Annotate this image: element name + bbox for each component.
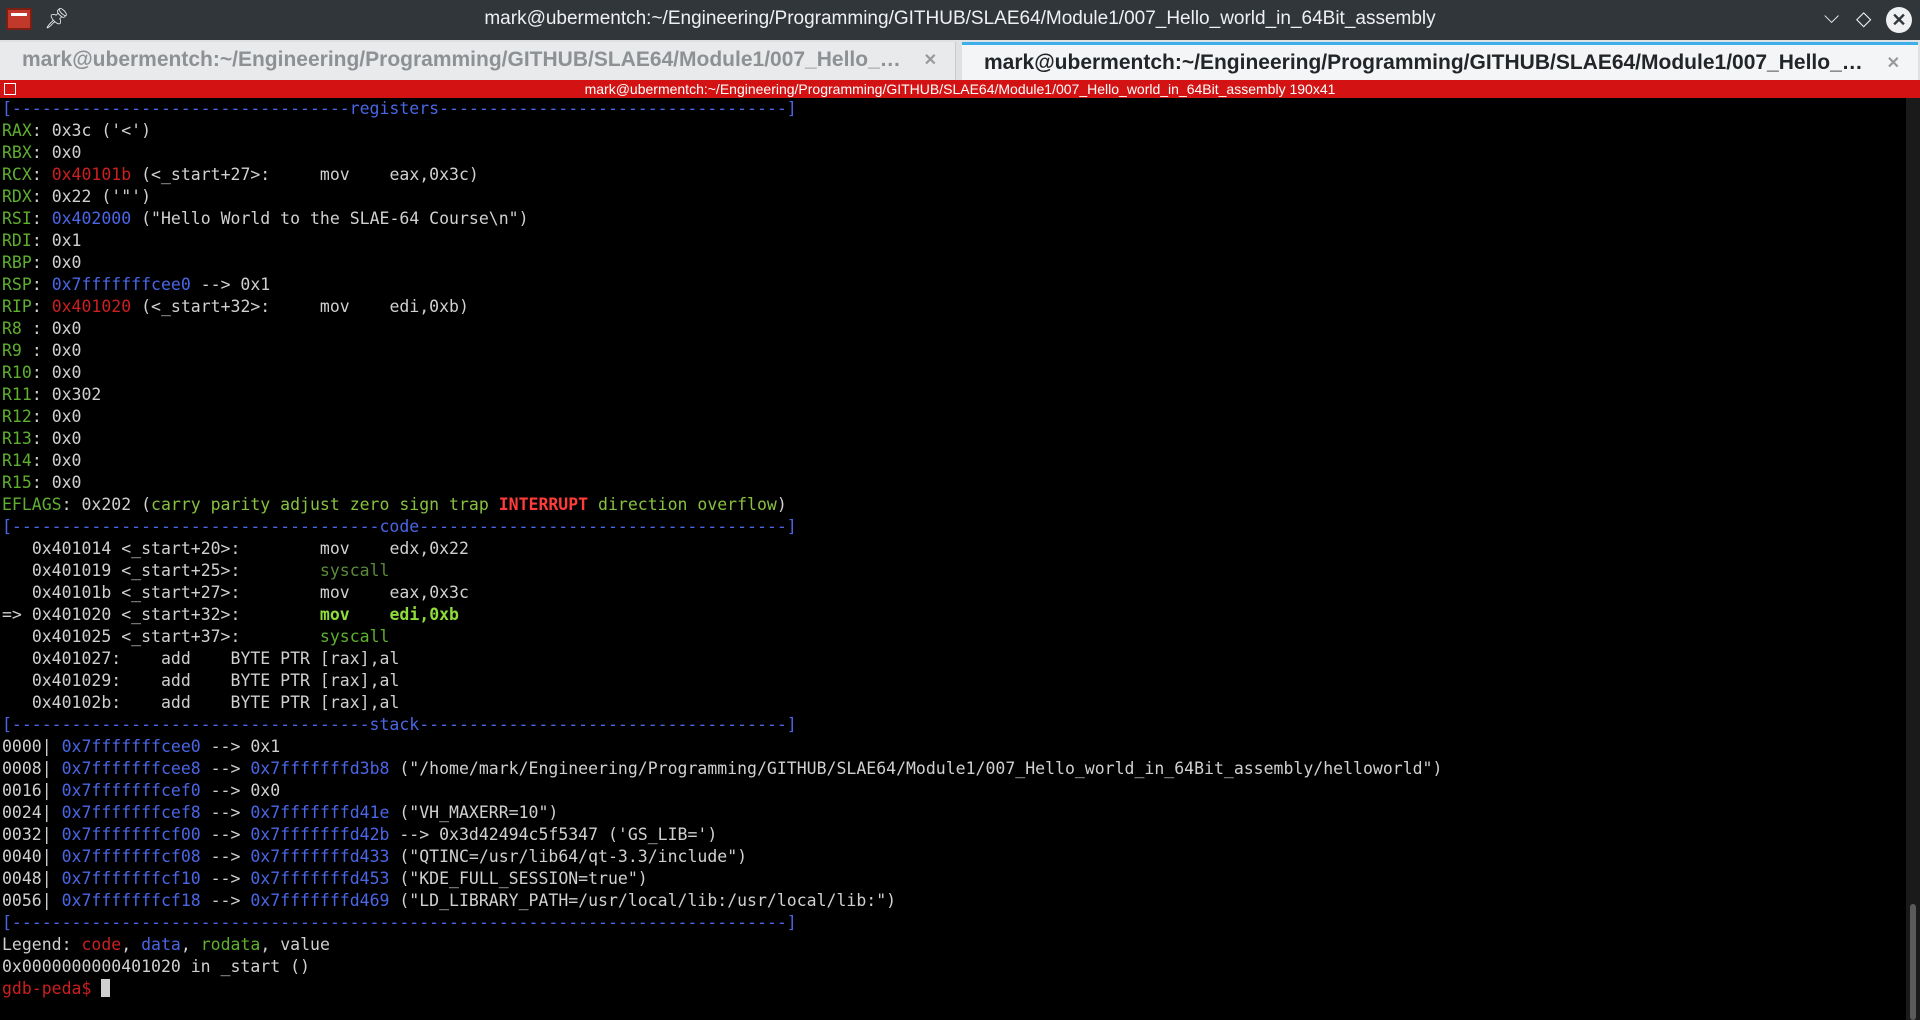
code-line: 0x401014 <_start+20>: mov edx,0x22: [31, 539, 469, 558]
register-row: RIP: 0x401020 (<_start+32>: mov edi,0xb): [2, 297, 469, 316]
maximize-icon[interactable]: ◇: [1856, 6, 1871, 31]
terminal-scrollbar[interactable]: [1906, 98, 1920, 1020]
register-row: RSI: 0x402000 ("Hello World to the SLAE-…: [2, 209, 529, 228]
tab-terminal-1[interactable]: mark@ubermentch:~/Engineering/Programmin…: [0, 42, 956, 80]
tab-label: mark@ubermentch:~/Engineering/Programmin…: [22, 48, 912, 71]
separator-registers: [----------------------------------regis…: [2, 99, 797, 118]
stack-row: 0016| 0x7fffffffcef0 --> 0x0: [2, 781, 281, 800]
tab-bar: mark@ubermentch:~/Engineering/Programmin…: [0, 40, 1920, 80]
legend-line: Legend: code, data, rodata, value: [2, 935, 330, 954]
code-line: 0x401019 <_start+25>: syscall: [31, 561, 390, 580]
separator-code: [-------------------------------------co…: [2, 517, 797, 536]
stack-row: 0056| 0x7fffffffcf18 --> 0x7fffffffd469 …: [2, 891, 897, 910]
register-row: R11: 0x302: [2, 385, 102, 404]
register-row: RSP: 0x7fffffffcee0 --> 0x1: [2, 275, 271, 294]
minimize-icon[interactable]: ⌵: [1824, 6, 1839, 29]
register-row: R10: 0x0: [2, 363, 82, 382]
register-row: RBX: 0x0: [2, 143, 82, 162]
register-row: RDI: 0x1: [2, 231, 82, 250]
code-line: 0x401025 <_start+37>: syscall: [31, 627, 390, 646]
register-row: R14: 0x0: [2, 451, 82, 470]
gdb-prompt-line[interactable]: gdb-peda$: [0, 978, 1906, 1000]
stack-row: 0048| 0x7fffffffcf10 --> 0x7fffffffd453 …: [2, 869, 648, 888]
tab-terminal-2[interactable]: mark@ubermentch:~/Engineering/Programmin…: [962, 42, 1918, 80]
register-row: RDX: 0x22 ('"'): [2, 187, 152, 206]
stack-row: 0040| 0x7fffffffcf08 --> 0x7fffffffd433 …: [2, 847, 748, 866]
window-title: mark@ubermentch:~/Engineering/Programmin…: [484, 8, 1436, 29]
tab-close-icon[interactable]: ✕: [924, 50, 937, 70]
tab-label: mark@ubermentch:~/Engineering/Programmin…: [984, 51, 1874, 74]
code-line: 0x40101b <_start+27>: mov eax,0x3c: [31, 583, 469, 602]
stack-row: 0024| 0x7fffffffcef8 --> 0x7fffffffd41e …: [2, 803, 559, 822]
status-text: mark@ubermentch:~/Engineering/Programmin…: [584, 81, 1336, 97]
tab-close-icon[interactable]: ✕: [1887, 53, 1900, 73]
register-row: R15: 0x0: [2, 473, 82, 492]
eflags-row: EFLAGS: 0x202 (carry parity adjust zero …: [2, 495, 787, 514]
terminal-output[interactable]: [----------------------------------regis…: [0, 98, 1906, 1020]
register-row: R12: 0x0: [2, 407, 82, 426]
terminal-status-bar: mark@ubermentch:~/Engineering/Programmin…: [0, 80, 1920, 98]
stack-row: 0032| 0x7fffffffcf00 --> 0x7fffffffd42b …: [2, 825, 718, 844]
location-line: 0x0000000000401020 in _start (): [2, 957, 310, 976]
register-row: RBP: 0x0: [2, 253, 82, 272]
code-line: 0x401027: add BYTE PTR [rax],al: [31, 649, 400, 668]
register-row: R13: 0x0: [2, 429, 82, 448]
scrollbar-thumb[interactable]: [1910, 904, 1916, 1020]
separator-stack: [------------------------------------sta…: [2, 715, 797, 734]
text-cursor: [101, 979, 111, 997]
code-line-current: => 0x401020 <_start+32>: mov edi,0xb: [2, 605, 459, 624]
register-row: R9 : 0x0: [2, 341, 82, 360]
register-row: RCX: 0x40101b (<_start+27>: mov eax,0x3c…: [2, 165, 479, 184]
window-titlebar: 📌︎ mark@ubermentch:~/Engineering/Program…: [0, 0, 1920, 40]
code-line: 0x401029: add BYTE PTR [rax],al: [31, 671, 400, 690]
stack-row: 0000| 0x7fffffffcee0 --> 0x1: [2, 737, 281, 756]
separator-end: [---------------------------------------…: [2, 913, 797, 932]
stack-row: 0008| 0x7fffffffcee8 --> 0x7fffffffd3b8 …: [2, 759, 1443, 778]
close-icon[interactable]: ✕: [1886, 7, 1912, 33]
gdb-prompt: gdb-peda$: [2, 979, 102, 998]
register-row: R8 : 0x0: [2, 319, 82, 338]
code-line: 0x40102b: add BYTE PTR [rax],al: [31, 693, 400, 712]
register-row: RAX: 0x3c ('<'): [2, 121, 152, 140]
